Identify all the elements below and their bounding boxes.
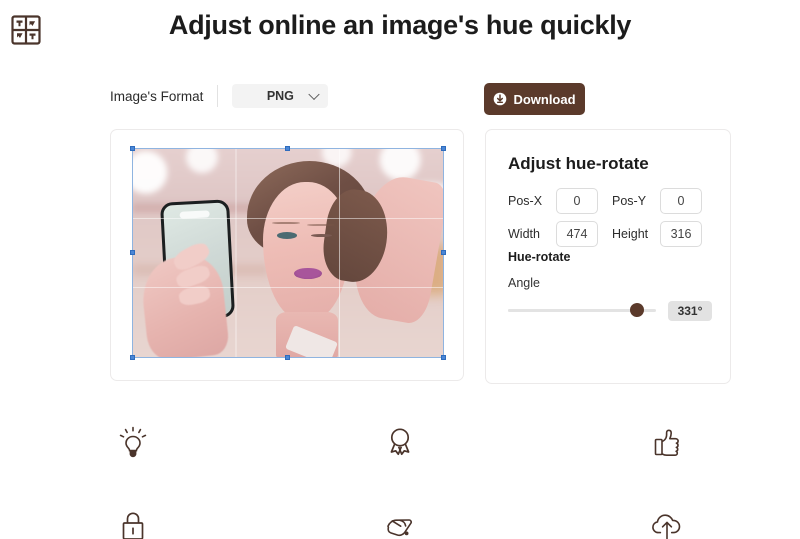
field-pos-x: Pos-X 0 [508,188,598,214]
image-canvas[interactable] [130,146,446,360]
download-circle-icon [494,92,507,106]
download-button-label: Download [513,91,576,107]
award-ribbon-icon [390,428,410,456]
lightbulb-icon [120,426,147,458]
field-height: Height 316 [612,221,702,247]
pos-y-input[interactable]: 0 [660,188,702,214]
angle-slider-row: 331° [508,298,712,322]
field-label-pos-x: Pos-X [508,194,543,208]
resize-handle-bottom-right[interactable] [441,355,446,360]
angle-slider-fill [508,309,637,312]
padlock-icon [122,512,144,539]
field-width: Width 474 [508,221,598,247]
feature-cell-cloud-upload[interactable] [533,484,800,539]
feature-cell-padlock[interactable] [0,484,267,539]
feature-cell-swiss-army-knife[interactable] [267,484,534,539]
hue-rotate-subheading: Hue-rotate [508,250,571,264]
angle-label: Angle [508,276,540,290]
field-label-height: Height [612,227,649,241]
swiss-army-knife-icon [387,519,413,537]
feature-row-1 [0,400,800,484]
format-row: Image's Format PNG [110,84,329,108]
download-button[interactable]: Download [484,83,585,115]
divider [217,85,219,107]
resize-handle-top-left[interactable] [130,146,135,151]
geometry-fields: Pos-X 0 Pos-Y 0 Width 474 Height 316 [508,188,712,254]
resize-handle-middle-right[interactable] [441,250,446,255]
resize-handle-bottom-left[interactable] [130,355,135,360]
image-preview-card [110,129,464,381]
feature-cell-award[interactable] [267,400,534,484]
chevron-down-icon [308,88,321,101]
field-label-pos-y: Pos-Y [612,194,647,208]
feature-icons [0,400,800,539]
image-format-select[interactable]: PNG [232,84,329,108]
cloud-upload-icon [651,514,680,539]
panel-title: Adjust hue-rotate [508,154,649,173]
width-input[interactable]: 474 [556,221,598,247]
height-input[interactable]: 316 [660,221,702,247]
resize-handle-middle-left[interactable] [130,250,135,255]
feature-cell-lightbulb[interactable] [0,400,267,484]
resize-handle-top-center[interactable] [285,146,290,151]
pos-x-input[interactable]: 0 [556,188,598,214]
page-title: Adjust online an image's hue quickly [168,10,632,40]
resize-handle-top-right[interactable] [441,146,446,151]
angle-value-badge: 331° [668,301,712,321]
field-pos-y: Pos-Y 0 [612,188,702,214]
field-row-position: Pos-X 0 Pos-Y 0 [508,188,712,214]
selection-overlay[interactable] [130,146,446,360]
thumbs-up-icon [654,429,679,456]
format-selected-value: PNG [266,89,294,103]
angle-slider-thumb[interactable] [629,303,644,317]
field-label-width: Width [508,227,540,241]
format-label: Image's Format [110,88,204,104]
field-row-size: Width 474 Height 316 [508,221,712,247]
feature-row-2 [0,484,800,539]
selection-grid [133,149,443,357]
resize-handle-bottom-center[interactable] [285,355,290,360]
page-root: Adjust online an image's hue quickly Ima… [0,0,800,539]
adjust-panel-card: Adjust hue-rotate Pos-X 0 Pos-Y 0 Width … [485,129,731,384]
feature-cell-thumbs-up[interactable] [533,400,800,484]
